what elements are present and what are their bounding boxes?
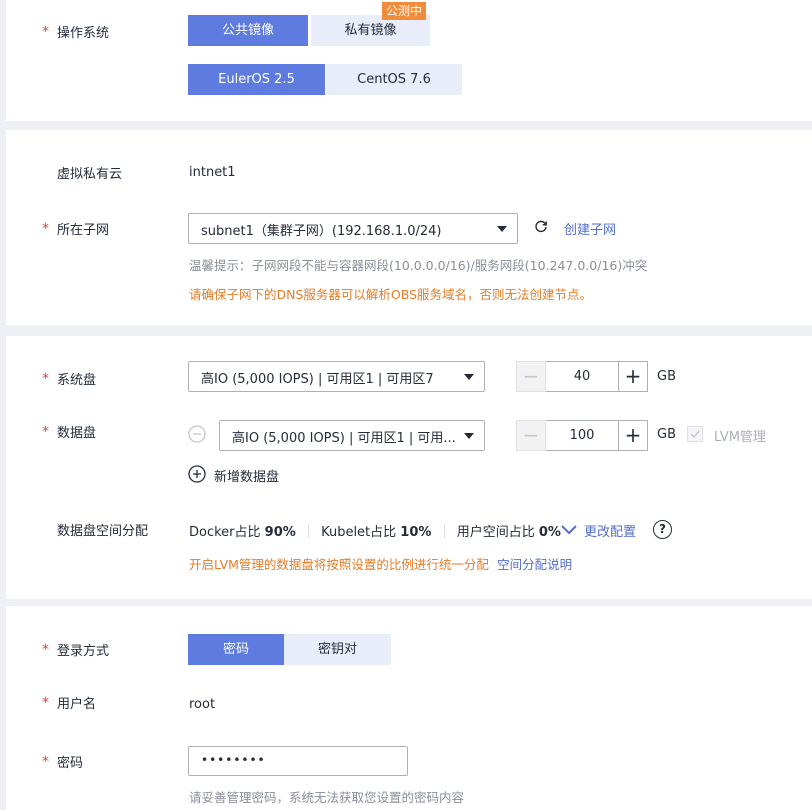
vpc-label: 虚拟私有云 [57, 167, 123, 182]
create-subnet-link[interactable]: 创建子网 [564, 219, 616, 238]
network-panel: 虚拟私有云 intnet1 * 所在子网 subnet1（集群子网）(192.1… [6, 130, 812, 325]
required-mark: * [42, 424, 49, 440]
change-config-link[interactable]: 更改配置 [584, 521, 636, 540]
required-mark: * [42, 642, 49, 658]
password-input[interactable]: •••••••• [188, 746, 408, 776]
lvm-label: LVM管理 [714, 430, 766, 445]
system-disk-size-stepper[interactable]: − 40 + [516, 361, 648, 392]
space-allocation-label: 数据盘空间分配 [57, 524, 149, 539]
required-mark: * [42, 695, 49, 711]
decrement-button[interactable]: − [516, 361, 546, 392]
chevron-down-icon [497, 226, 507, 232]
kubelet-ratio-value: 10% [400, 525, 432, 540]
chevron-down-icon[interactable] [561, 524, 577, 536]
required-mark: * [42, 221, 49, 237]
space-doc-link[interactable]: 空间分配说明 [497, 557, 572, 572]
user-ratio-label: 用户空间占比 [456, 525, 535, 540]
login-panel: * 登录方式 密码 密钥对 * 用户名 root * 密码 •••••••• 请… [6, 606, 812, 810]
refresh-icon[interactable] [534, 220, 548, 234]
subnet-label: 所在子网 [57, 223, 110, 238]
data-disk-select[interactable]: 高IO (5,000 IOPS) | 可用区1 | 可用... [219, 420, 485, 451]
increment-button[interactable]: + [618, 420, 648, 451]
decrement-button[interactable]: − [516, 420, 546, 451]
kubelet-ratio-label: Kubelet占比 [321, 525, 397, 540]
help-icon[interactable]: ? [653, 520, 672, 539]
check-icon [690, 430, 700, 439]
password-hint: 请妥善管理密码，系统无法获取您设置的密码内容 [189, 790, 465, 805]
system-disk-select[interactable]: 高IO (5,000 IOPS) | 可用区1 | 可用区7 [188, 361, 485, 392]
dns-warning: 请确保子网下的DNS服务器可以解析OBS服务域名，否则无法创建节点。 [189, 287, 593, 302]
unit-label: GB [657, 369, 676, 384]
docker-ratio-label: Docker占比 [189, 525, 261, 540]
tab-public-image[interactable]: 公共镜像 [188, 15, 308, 46]
add-circle-icon[interactable] [188, 465, 206, 483]
required-mark: * [42, 371, 49, 387]
increment-button[interactable]: + [618, 361, 648, 392]
tab-keypair[interactable]: 密钥对 [284, 634, 391, 665]
login-method-label: 登录方式 [57, 644, 110, 659]
subnet-hint: 温馨提示：子网网段不能与容器网段(10.0.0.0/16)/服务网段(10.24… [189, 258, 648, 273]
os-option-euleros[interactable]: EulerOS 2.5 [188, 64, 325, 95]
tab-password[interactable]: 密码 [188, 634, 284, 665]
system-disk-label: 系统盘 [57, 373, 97, 388]
data-disk-size-input[interactable]: 100 [546, 420, 618, 451]
add-data-disk-link[interactable]: 新增数据盘 [214, 466, 279, 485]
username-label: 用户名 [57, 697, 97, 712]
chevron-down-icon [464, 374, 474, 380]
subnet-select[interactable]: subnet1（集群子网）(192.168.1.0/24) [188, 213, 518, 244]
user-ratio-value: 0% [538, 525, 561, 540]
system-disk-size-input[interactable]: 40 [546, 361, 618, 392]
disk-panel: * 系统盘 高IO (5,000 IOPS) | 可用区1 | 可用区7 − 4… [6, 336, 812, 599]
data-disk-type: 高IO (5,000 IOPS) | 可用区1 | 可用... [232, 431, 456, 446]
vpc-value: intnet1 [189, 165, 236, 180]
required-mark: * [42, 24, 49, 40]
space-allocation-summary: Docker占比 90% Kubelet占比 10% 用户空间占比 0% [189, 521, 561, 540]
subnet-select-value: subnet1（集群子网）(192.168.1.0/24) [201, 224, 442, 239]
data-disk-size-stepper[interactable]: − 100 + [516, 420, 648, 451]
username-value: root [189, 697, 216, 712]
password-label: 密码 [57, 756, 84, 771]
beta-badge: 公测中 [382, 2, 427, 20]
os-panel: * 操作系统 公共镜像 私有镜像 公测中 EulerOS 2.5 CentOS … [6, 0, 812, 121]
data-disk-label: 数据盘 [57, 426, 97, 441]
docker-ratio-value: 90% [264, 525, 296, 540]
unit-label: GB [657, 427, 676, 442]
required-mark: * [42, 754, 49, 770]
chevron-down-icon [464, 433, 474, 439]
lvm-notice: 开启LVM管理的数据盘将按照设置的比例进行统一分配 空间分配说明 [189, 554, 572, 573]
remove-circle-icon[interactable] [188, 425, 206, 443]
lvm-notice-text: 开启LVM管理的数据盘将按照设置的比例进行统一分配 [189, 557, 489, 572]
password-value: •••••••• [201, 753, 266, 767]
divider [443, 524, 445, 538]
os-label: 操作系统 [57, 26, 110, 41]
divider [307, 524, 309, 538]
lvm-checkbox[interactable] [687, 426, 703, 442]
system-disk-type: 高IO (5,000 IOPS) | 可用区1 | 可用区7 [201, 372, 434, 387]
os-option-centos[interactable]: CentOS 7.6 [326, 64, 462, 95]
